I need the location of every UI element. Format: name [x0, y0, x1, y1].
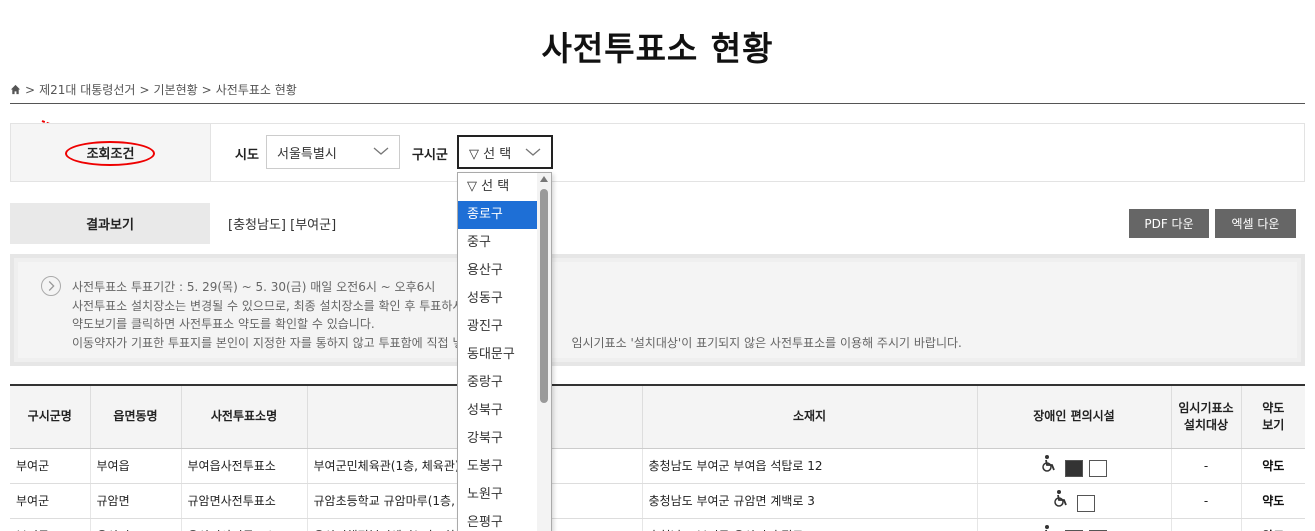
divider [10, 103, 1305, 104]
chevron-right-circle-icon [41, 276, 61, 296]
column-header-gusigun: 구시군명 [10, 384, 91, 449]
column-header-name: 사전투표소명 [181, 384, 308, 449]
cell-gusigun: 부여군 [10, 448, 91, 484]
cell-dong: 부여읍 [90, 448, 182, 484]
breadcrumb-sep: > [25, 82, 36, 97]
cell-temp-booth: - [1171, 448, 1242, 484]
table-row: 부여군 규암면 규암면사전투표소 규암초등학교 규암마루(1층, 체 충청남도 … [10, 483, 1305, 519]
column-header-facilities: 장애인 편의시설 [977, 384, 1172, 449]
dropdown-option-highlighted[interactable]: 종로구 [458, 201, 538, 229]
map-link[interactable]: 약도 [1241, 448, 1305, 484]
gusigun-select[interactable]: ▽ 선 택 [457, 135, 553, 169]
dropdown-option[interactable]: 광진구 [458, 313, 538, 341]
cell-facilities [977, 448, 1172, 484]
notice-box: 사전투표소 투표기간 : 5. 29(목) ~ 5. 30(금) 매일 오전6시… [10, 254, 1305, 366]
breadcrumb-basic[interactable]: 기본현황 [154, 81, 198, 98]
table-header-row: 구시군명 읍면동명 사전투표소명 설치 소재지 장애인 편의시설 임시기표소 설… [10, 384, 1305, 449]
table-row: 부여군 은산면 은산면사전투표소 은산면행정복지센터(1층, 회의실) 충청남도… [10, 518, 1305, 531]
breadcrumb-sep: > [201, 82, 212, 97]
cell-dong: 규암면 [90, 483, 182, 519]
breadcrumb-election[interactable]: 제21대 대통령선거 [39, 81, 135, 98]
search-conditions: 조회조건 시도 서울특별시 구시군 ▽ 선 택 [10, 123, 1305, 182]
chevron-down-icon [525, 148, 541, 156]
notice-line-part: 임시기표소 '설치대상'이 표기되지 않은 사전투표소를 이용해 주시기 바랍니… [571, 335, 962, 350]
result-label: 결과보기 [10, 203, 210, 244]
sido-label: 시도 [235, 148, 259, 163]
cell-address: 충청남도 부여군 부여읍 석탑로 12 [642, 448, 978, 484]
dropdown-option[interactable]: 성북구 [458, 397, 538, 425]
cell-dong: 은산면 [90, 518, 182, 531]
cell-name: 부여읍사전투표소 [181, 448, 308, 484]
dropdown-option[interactable]: ▽ 선 택 [458, 173, 538, 201]
dropdown-option[interactable]: 노원구 [458, 481, 538, 509]
dropdown-option[interactable]: 동대문구 [458, 341, 538, 369]
scroll-up-icon[interactable] [540, 176, 548, 182]
accessible-toilet-icon [1076, 495, 1095, 512]
column-header-temp-booth: 임시기표소 설치대상 [1171, 384, 1242, 449]
cell-temp-booth: - [1171, 483, 1242, 519]
excel-download-button[interactable]: 엑셀 다운 [1215, 209, 1296, 238]
scrollbar-thumb[interactable] [540, 189, 548, 403]
cell-facilities [977, 518, 1172, 531]
wheelchair-icon [1042, 455, 1056, 472]
braille-icon [1065, 460, 1083, 477]
breadcrumb-sep: > [139, 82, 150, 97]
sido-select-value: 서울특별시 [277, 146, 337, 162]
chevron-down-icon [373, 147, 389, 155]
dropdown-scrollbar[interactable] [537, 173, 551, 531]
cell-name: 규암면사전투표소 [181, 483, 308, 519]
cell-address: 충청남도 부여군 규암면 계백로 3 [642, 483, 978, 519]
polling-station-table: 구시군명 읍면동명 사전투표소명 설치 소재지 장애인 편의시설 임시기표소 설… [10, 384, 1305, 531]
result-text: [충청남도] [부여군] [228, 218, 337, 233]
gusigun-dropdown-list[interactable]: ▽ 선 택 종로구 중구 용산구 성동구 광진구 동대문구 중랑구 성북구 강북… [457, 172, 552, 531]
table-row: 부여군 부여읍 부여읍사전투표소 부여군민체육관(1층, 체육관) 충청남도 부… [10, 448, 1305, 484]
dropdown-option[interactable]: 은평구 [458, 509, 538, 531]
annotation-ellipse [65, 141, 155, 166]
cell-temp-booth: - [1171, 518, 1242, 531]
dropdown-option[interactable]: 용산구 [458, 257, 538, 285]
column-header-address: 소재지 [642, 384, 978, 449]
cell-name: 은산면사전투표소 [181, 518, 308, 531]
notice-line-part: 이동약자가 기표한 투표지를 본인이 지정한 자를 통하지 않고 투표함에 직접… [72, 335, 464, 350]
map-link[interactable]: 약도 [1241, 518, 1305, 531]
cell-address: 충청남도 부여군 은산면 충절로 000 [642, 518, 978, 531]
column-header-map: 약도 보기 [1241, 384, 1305, 449]
gusigun-label: 구시군 [412, 148, 448, 163]
accessible-toilet-icon [1088, 460, 1107, 477]
page-title: 사전투표소 현황 [541, 29, 774, 68]
wheelchair-icon [1045, 525, 1050, 531]
column-header-dong: 읍면동명 [90, 384, 182, 449]
dropdown-option[interactable]: 중구 [458, 229, 538, 257]
map-link[interactable]: 약도 [1241, 483, 1305, 519]
cell-gusigun: 부여군 [10, 483, 91, 519]
dropdown-option[interactable]: 강북구 [458, 425, 538, 453]
home-icon[interactable] [10, 84, 21, 95]
result-bar: 결과보기 [충청남도] [부여군] PDF 다운 엑셀 다운 [10, 203, 1305, 244]
gusigun-select-value: ▽ 선 택 [469, 146, 512, 162]
dropdown-option[interactable]: 성동구 [458, 285, 538, 313]
cell-facilities [977, 483, 1172, 519]
dropdown-option[interactable]: 중랑구 [458, 369, 538, 397]
breadcrumb-current: 사전투표소 현황 [215, 83, 297, 97]
sido-select[interactable]: 서울특별시 [266, 135, 400, 169]
breadcrumb: > 제21대 대통령선거 > 기본현황 > 사전투표소 현황 [10, 81, 297, 98]
pdf-download-button[interactable]: PDF 다운 [1129, 209, 1209, 238]
cell-gusigun: 부여군 [10, 518, 91, 531]
wheelchair-icon [1054, 490, 1067, 507]
dropdown-option[interactable]: 도봉구 [458, 453, 538, 481]
